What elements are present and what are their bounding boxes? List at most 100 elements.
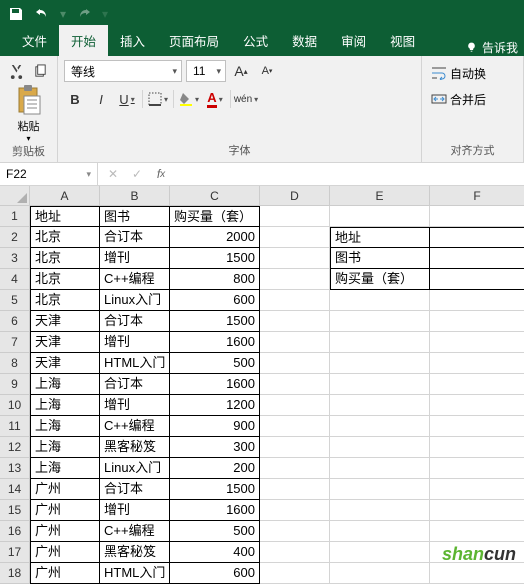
cell-C1[interactable]: 购买量（套）: [170, 206, 260, 227]
row-header-18[interactable]: 18: [0, 563, 30, 584]
row-header-2[interactable]: 2: [0, 227, 30, 248]
cell-E6[interactable]: [330, 311, 430, 332]
cell-C3[interactable]: 1500: [170, 248, 260, 269]
cell-B6[interactable]: 合订本: [100, 311, 170, 332]
cell-E17[interactable]: [330, 542, 430, 563]
row-header-1[interactable]: 1: [0, 206, 30, 227]
cell-C12[interactable]: 300: [170, 437, 260, 458]
cell-E7[interactable]: [330, 332, 430, 353]
qat-customize-icon[interactable]: ▾: [102, 7, 108, 21]
cell-E3[interactable]: 图书: [330, 248, 430, 269]
cell-B7[interactable]: 增刊: [100, 332, 170, 353]
cell-A18[interactable]: 广州: [30, 563, 100, 584]
row-header-4[interactable]: 4: [0, 269, 30, 290]
cell-C18[interactable]: 600: [170, 563, 260, 584]
undo-dropdown-icon[interactable]: ▾: [60, 7, 66, 21]
cell-A11[interactable]: 上海: [30, 416, 100, 437]
increase-font-icon[interactable]: A▴: [230, 60, 252, 82]
row-header-6[interactable]: 6: [0, 311, 30, 332]
cell-A1[interactable]: 地址: [30, 206, 100, 227]
cell-A3[interactable]: 北京: [30, 248, 100, 269]
cell-D7[interactable]: [260, 332, 330, 353]
phonetic-button[interactable]: wén: [235, 88, 257, 110]
font-color-button[interactable]: A: [204, 88, 226, 110]
border-button[interactable]: [147, 88, 169, 110]
underline-button[interactable]: U: [116, 88, 138, 110]
name-box-input[interactable]: [6, 167, 91, 181]
cell-A9[interactable]: 上海: [30, 374, 100, 395]
cell-E16[interactable]: [330, 521, 430, 542]
row-header-14[interactable]: 14: [0, 479, 30, 500]
tab-insert[interactable]: 插入: [108, 25, 157, 56]
cell-D2[interactable]: [260, 227, 330, 248]
cell-C8[interactable]: 500: [170, 353, 260, 374]
cell-B13[interactable]: Linux入门: [100, 458, 170, 479]
cell-D9[interactable]: [260, 374, 330, 395]
col-header-A[interactable]: A: [30, 186, 100, 206]
row-header-8[interactable]: 8: [0, 353, 30, 374]
cell-A10[interactable]: 上海: [30, 395, 100, 416]
row-header-7[interactable]: 7: [0, 332, 30, 353]
cell-C2[interactable]: 2000: [170, 227, 260, 248]
cell-E14[interactable]: [330, 479, 430, 500]
cell-C17[interactable]: 400: [170, 542, 260, 563]
row-header-13[interactable]: 13: [0, 458, 30, 479]
cells[interactable]: 地址图书购买量（套）北京合订本2000地址北京增刊1500图书北京C++编程80…: [30, 206, 524, 584]
cut-icon[interactable]: [6, 60, 28, 82]
cell-B1[interactable]: 图书: [100, 206, 170, 227]
cell-A14[interactable]: 广州: [30, 479, 100, 500]
cell-F13[interactable]: [430, 458, 524, 479]
cell-E11[interactable]: [330, 416, 430, 437]
cell-F4[interactable]: [430, 269, 524, 290]
cell-F15[interactable]: [430, 500, 524, 521]
cell-B2[interactable]: 合订本: [100, 227, 170, 248]
col-header-E[interactable]: E: [330, 186, 430, 206]
cell-B10[interactable]: 增刊: [100, 395, 170, 416]
cell-C13[interactable]: 200: [170, 458, 260, 479]
cell-D16[interactable]: [260, 521, 330, 542]
tab-data[interactable]: 数据: [280, 25, 329, 56]
row-header-11[interactable]: 11: [0, 416, 30, 437]
cell-D12[interactable]: [260, 437, 330, 458]
cell-F7[interactable]: [430, 332, 524, 353]
cell-B3[interactable]: 增刊: [100, 248, 170, 269]
cell-B11[interactable]: C++编程: [100, 416, 170, 437]
cell-F3[interactable]: [430, 248, 524, 269]
cell-B14[interactable]: 合订本: [100, 479, 170, 500]
cell-A15[interactable]: 广州: [30, 500, 100, 521]
tell-me[interactable]: 告诉我: [459, 39, 524, 56]
cell-D13[interactable]: [260, 458, 330, 479]
cell-C14[interactable]: 1500: [170, 479, 260, 500]
redo-icon[interactable]: [76, 6, 92, 22]
cell-A7[interactable]: 天津: [30, 332, 100, 353]
row-header-9[interactable]: 9: [0, 374, 30, 395]
cell-C10[interactable]: 1200: [170, 395, 260, 416]
copy-icon[interactable]: [30, 60, 52, 82]
font-size-select[interactable]: 11: [186, 60, 226, 82]
enter-icon[interactable]: ✓: [126, 163, 148, 185]
cell-D18[interactable]: [260, 563, 330, 584]
cell-A13[interactable]: 上海: [30, 458, 100, 479]
cell-D6[interactable]: [260, 311, 330, 332]
cell-F1[interactable]: [430, 206, 524, 227]
cell-E13[interactable]: [330, 458, 430, 479]
cell-C11[interactable]: 900: [170, 416, 260, 437]
cell-E18[interactable]: [330, 563, 430, 584]
cell-B4[interactable]: C++编程: [100, 269, 170, 290]
cell-F2[interactable]: [430, 227, 524, 248]
paste-button[interactable]: 粘贴 ▾: [6, 84, 51, 143]
cell-B18[interactable]: HTML入门: [100, 563, 170, 584]
col-header-F[interactable]: F: [430, 186, 524, 206]
cell-B16[interactable]: C++编程: [100, 521, 170, 542]
tab-file[interactable]: 文件: [10, 25, 59, 56]
cell-E9[interactable]: [330, 374, 430, 395]
tab-view[interactable]: 视图: [378, 25, 427, 56]
cell-B5[interactable]: Linux入门: [100, 290, 170, 311]
tab-home[interactable]: 开始: [59, 25, 108, 56]
name-box[interactable]: [0, 163, 98, 185]
cell-D14[interactable]: [260, 479, 330, 500]
cell-D11[interactable]: [260, 416, 330, 437]
cell-A6[interactable]: 天津: [30, 311, 100, 332]
decrease-font-icon[interactable]: A▾: [256, 60, 278, 82]
row-header-16[interactable]: 16: [0, 521, 30, 542]
